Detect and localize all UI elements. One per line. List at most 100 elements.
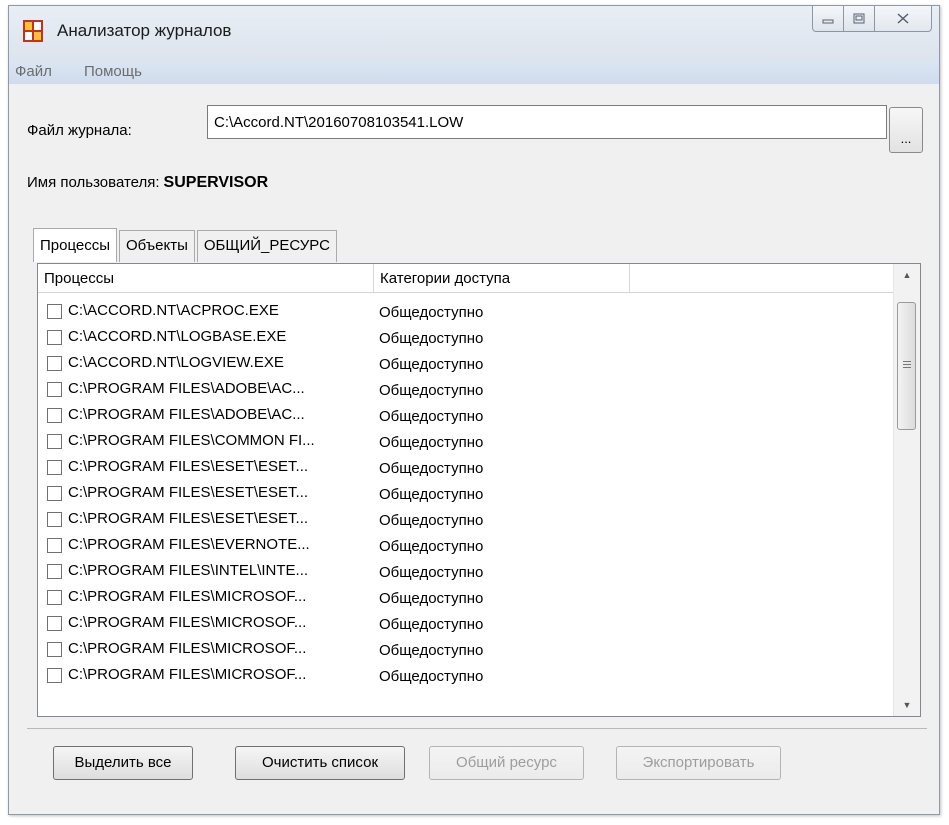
user-name-row: Имя пользователя: SUPERVISOR (27, 174, 268, 192)
maximize-button[interactable] (843, 6, 875, 32)
tab-objects[interactable]: Объекты (119, 230, 195, 262)
shared-resource-button[interactable]: Общий ресурс (429, 746, 584, 780)
table-header: Процессы Категории доступа (38, 264, 894, 293)
table-row[interactable]: C:\PROGRAM FILES\ESET\ESET... Общедоступн… (38, 508, 894, 534)
vertical-scrollbar[interactable]: ▲ ▼ (893, 264, 920, 716)
row-checkbox[interactable] (47, 564, 62, 579)
row-checkbox[interactable] (47, 512, 62, 527)
process-path: C:\PROGRAM FILES\COMMON FI... (68, 432, 315, 449)
row-checkbox[interactable] (47, 382, 62, 397)
access-category: Общедоступно (379, 564, 484, 581)
process-path: C:\PROGRAM FILES\MICROSOF... (68, 614, 307, 631)
maximize-icon (853, 13, 865, 24)
row-checkbox[interactable] (47, 408, 62, 423)
process-path: C:\PROGRAM FILES\MICROSOF... (68, 588, 307, 605)
scroll-thumb[interactable] (897, 302, 916, 430)
row-checkbox[interactable] (47, 590, 62, 605)
close-button[interactable] (874, 6, 932, 32)
row-checkbox[interactable] (47, 356, 62, 371)
user-name-value: SUPERVISOR (163, 174, 269, 191)
access-category: Общедоступно (379, 590, 484, 607)
table-row[interactable]: C:\PROGRAM FILES\EVERNOTE... Общедоступно (38, 534, 894, 560)
access-category: Общедоступно (379, 330, 484, 347)
log-file-label: Файл журнала: (27, 122, 132, 139)
access-category: Общедоступно (379, 304, 484, 321)
browse-button-label: ... (900, 131, 912, 146)
tab-shared-resource[interactable]: ОБЩИЙ_РЕСУРС (196, 230, 337, 262)
menu-file[interactable]: Файл (15, 63, 52, 80)
access-category: Общедоступно (379, 512, 484, 529)
window-controls (812, 6, 932, 34)
window-title: Анализатор журналов (57, 21, 232, 40)
table-row[interactable]: C:\ACCORD.NT\LOGVIEW.EXE Общедоступно (38, 352, 894, 378)
scroll-up-icon[interactable]: ▲ (894, 264, 920, 286)
row-checkbox[interactable] (47, 642, 62, 657)
column-header-access[interactable]: Категории доступа (374, 264, 630, 292)
process-list: Процессы Категории доступа C:\ACCORD.NT\… (37, 263, 921, 717)
table-row[interactable]: C:\PROGRAM FILES\MICROSOF... Общедоступно (38, 638, 894, 664)
access-category: Общедоступно (379, 538, 484, 555)
scroll-down-icon[interactable]: ▼ (894, 694, 920, 716)
title-bar[interactable]: Анализатор журналов (9, 6, 939, 60)
access-category: Общедоступно (379, 486, 484, 503)
grip-line (903, 361, 911, 362)
process-path: C:\PROGRAM FILES\ADOBE\AC... (68, 406, 305, 423)
process-path: C:\PROGRAM FILES\ESET\ESET... (68, 510, 309, 527)
row-checkbox[interactable] (47, 616, 62, 631)
app-icon (23, 20, 43, 42)
table-row[interactable]: C:\ACCORD.NT\ACPROC.EXE Общедоступно (38, 300, 894, 326)
row-checkbox[interactable] (47, 486, 62, 501)
process-path: C:\PROGRAM FILES\MICROSOF... (68, 640, 307, 657)
process-path: C:\ACCORD.NT\LOGBASE.EXE (68, 328, 287, 345)
table-body: C:\ACCORD.NT\ACPROC.EXE Общедоступно C:\A… (38, 300, 894, 690)
table-row[interactable]: C:\PROGRAM FILES\ESET\ESET... Общедоступн… (38, 482, 894, 508)
access-category: Общедоступно (379, 408, 484, 425)
row-checkbox[interactable] (47, 434, 62, 449)
select-all-button[interactable]: Выделить все (53, 746, 193, 780)
process-path: C:\PROGRAM FILES\ESET\ESET... (68, 458, 309, 475)
user-name-label: Имя пользователя: (27, 174, 160, 191)
table-row[interactable]: C:\PROGRAM FILES\ADOBE\AC... Общедоступно (38, 378, 894, 404)
access-category: Общедоступно (379, 434, 484, 451)
menu-bar: Файл Помощь (9, 60, 939, 84)
process-path: C:\PROGRAM FILES\ADOBE\AC... (68, 380, 305, 397)
table-row[interactable]: C:\PROGRAM FILES\INTEL\INTE... Общедоступ… (38, 560, 894, 586)
process-path: C:\PROGRAM FILES\INTEL\INTE... (68, 562, 309, 579)
process-path: C:\PROGRAM FILES\MICROSOF... (68, 666, 307, 683)
row-checkbox[interactable] (47, 460, 62, 475)
row-checkbox[interactable] (47, 668, 62, 683)
row-checkbox[interactable] (47, 538, 62, 553)
grip-line (903, 364, 911, 365)
process-path: C:\PROGRAM FILES\EVERNOTE... (68, 536, 310, 553)
column-header-processes[interactable]: Процессы (38, 264, 374, 292)
minimize-icon (822, 19, 834, 23)
access-category: Общедоступно (379, 668, 484, 685)
clear-list-button[interactable]: Очистить список (235, 746, 405, 780)
process-path: C:\ACCORD.NT\ACPROC.EXE (68, 302, 279, 319)
table-row[interactable]: C:\PROGRAM FILES\ESET\ESET... Общедоступн… (38, 456, 894, 482)
log-file-input[interactable] (207, 105, 887, 139)
browse-button[interactable]: ... (889, 107, 923, 153)
table-row[interactable]: C:\PROGRAM FILES\MICROSOF... Общедоступно (38, 586, 894, 612)
close-icon (897, 13, 909, 24)
minimize-button[interactable] (812, 6, 844, 32)
table-row[interactable]: C:\PROGRAM FILES\ADOBE\AC... Общедоступно (38, 404, 894, 430)
tab-processes[interactable]: Процессы (33, 228, 118, 262)
access-category: Общедоступно (379, 460, 484, 477)
access-category: Общедоступно (379, 616, 484, 633)
grip-line (903, 367, 911, 368)
process-path: C:\ACCORD.NT\LOGVIEW.EXE (68, 354, 284, 371)
menu-help[interactable]: Помощь (84, 63, 142, 80)
export-button[interactable]: Экспортировать (616, 746, 781, 780)
process-path: C:\PROGRAM FILES\ESET\ESET... (68, 484, 309, 501)
table-row[interactable]: C:\PROGRAM FILES\COMMON FI... Общедоступн… (38, 430, 894, 456)
column-header-extra[interactable] (630, 264, 894, 292)
row-checkbox[interactable] (47, 304, 62, 319)
table-row[interactable]: C:\ACCORD.NT\LOGBASE.EXE Общедоступно (38, 326, 894, 352)
table-row[interactable]: C:\PROGRAM FILES\MICROSOF... Общедоступно (38, 664, 894, 690)
access-category: Общедоступно (379, 642, 484, 659)
access-category: Общедоступно (379, 382, 484, 399)
tab-strip: Процессы Объекты ОБЩИЙ_РЕСУРС (33, 228, 339, 262)
table-row[interactable]: C:\PROGRAM FILES\MICROSOF... Общедоступно (38, 612, 894, 638)
row-checkbox[interactable] (47, 330, 62, 345)
